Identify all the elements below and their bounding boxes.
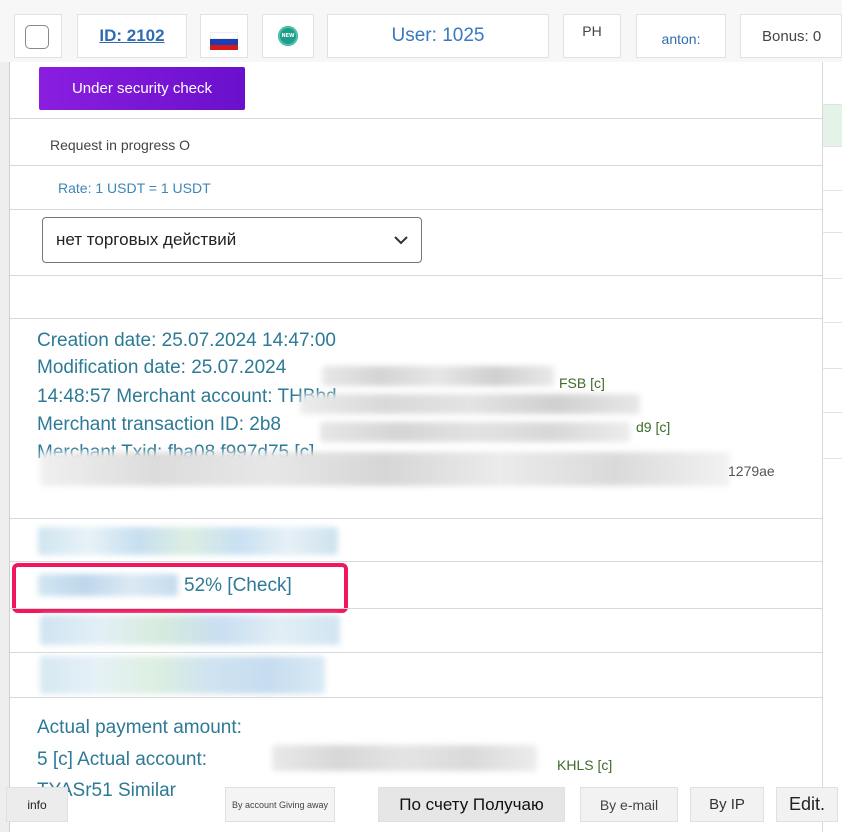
order-header: ID: 2102 NEW User: 1025 PH anton: Bonus:… [0,0,842,62]
right-row-divider [822,368,842,369]
ph-cell: PH [563,14,621,58]
request-status-text: Request in progress O [50,137,191,153]
by-account-receiving-button[interactable]: По счету Получаю [378,787,565,822]
redacted-block [40,615,340,645]
ph-label: PH [582,23,602,39]
redacted-block [322,366,554,386]
exchange-rate-text: Rate: 1 USDT = 1 USDT [58,180,211,196]
by-account-giving-label: By account Giving away [231,799,329,810]
redacted-block [300,394,640,414]
right-row-divider [822,232,842,233]
right-row-divider [822,322,842,323]
by-email-button[interactable]: By e-mail [580,787,678,822]
creation-date: Creation date: 25.07.2024 14:47:00 [37,330,336,351]
redacted-block [40,452,730,486]
edit-label: Edit. [788,794,826,814]
merchant-account: 14:48:57 Merchant account: THBbd [37,386,337,407]
merchant-transaction-suffix[interactable]: d9 [c] [636,419,670,435]
highlight-frame [12,563,348,613]
row-divider [10,275,822,276]
trade-action-value: нет торговых действий [56,230,237,249]
country-cell [200,14,248,58]
russia-flag-icon [210,32,238,50]
redacted-block [272,745,537,771]
redacted-block [40,656,325,694]
order-id-link[interactable]: ID: 2102 [99,26,164,46]
right-row-divider [822,146,842,147]
info-button-label: info [27,797,47,812]
row-divider [10,697,822,698]
right-row-divider [822,104,842,105]
right-row-divider [822,458,842,459]
merchant-transaction-id: Merchant transaction ID: 2b8 [37,414,281,435]
trade-action-select[interactable]: нет торговых действий [42,217,422,263]
row-divider [10,608,822,609]
left-strip [0,62,9,832]
merchant-account-suffix[interactable]: FSB [c] [559,375,605,391]
operator-link[interactable]: anton: [662,31,701,47]
row-divider [10,118,822,119]
by-ip-button[interactable]: By IP [690,787,764,822]
right-column [822,62,842,832]
by-account-giving-button[interactable]: By account Giving away [225,787,335,822]
row-divider [10,165,822,166]
badge-cell: NEW [262,14,314,58]
modification-date: Modification date: 25.07.2024 [37,357,287,378]
row-divider [10,561,822,562]
right-row-divider [822,190,842,191]
chevron-down-icon [394,236,408,245]
user-cell: User: 1025 [327,14,549,58]
new-badge-icon: NEW [278,26,298,46]
redacted-block [320,422,630,442]
by-account-receiving-label: По счету Получаю [399,794,544,814]
select-cell [14,14,62,58]
select-checkbox[interactable] [25,25,49,49]
security-check-status-button[interactable]: Under security check [39,67,245,110]
by-ip-label: By IP [709,796,745,813]
row-divider [10,652,822,653]
redacted-block [38,527,338,555]
by-email-label: By e-mail [599,796,659,813]
row-divider [10,209,822,210]
actual-account: 5 [c] Actual account: [37,749,208,770]
id-cell: ID: 2102 [77,14,187,58]
merchant-txid-suffix: 1279ae [728,463,775,479]
row-divider [10,318,822,319]
bonus-cell: Bonus: 0 [740,14,842,58]
row-divider [10,518,822,519]
edit-button[interactable]: Edit. [776,787,838,822]
bonus-label: Bonus: 0 [762,27,822,45]
user-id-label[interactable]: User: 1025 [392,25,485,47]
actual-account-suffix[interactable]: KHLS [c] [557,757,612,773]
right-row-divider [822,412,842,413]
actual-payment-amount: Actual payment amount: [37,717,242,738]
right-column-highlight [823,104,842,146]
right-row-divider [822,278,842,279]
operator-cell: anton: [636,14,726,58]
info-button[interactable]: info [6,787,68,822]
